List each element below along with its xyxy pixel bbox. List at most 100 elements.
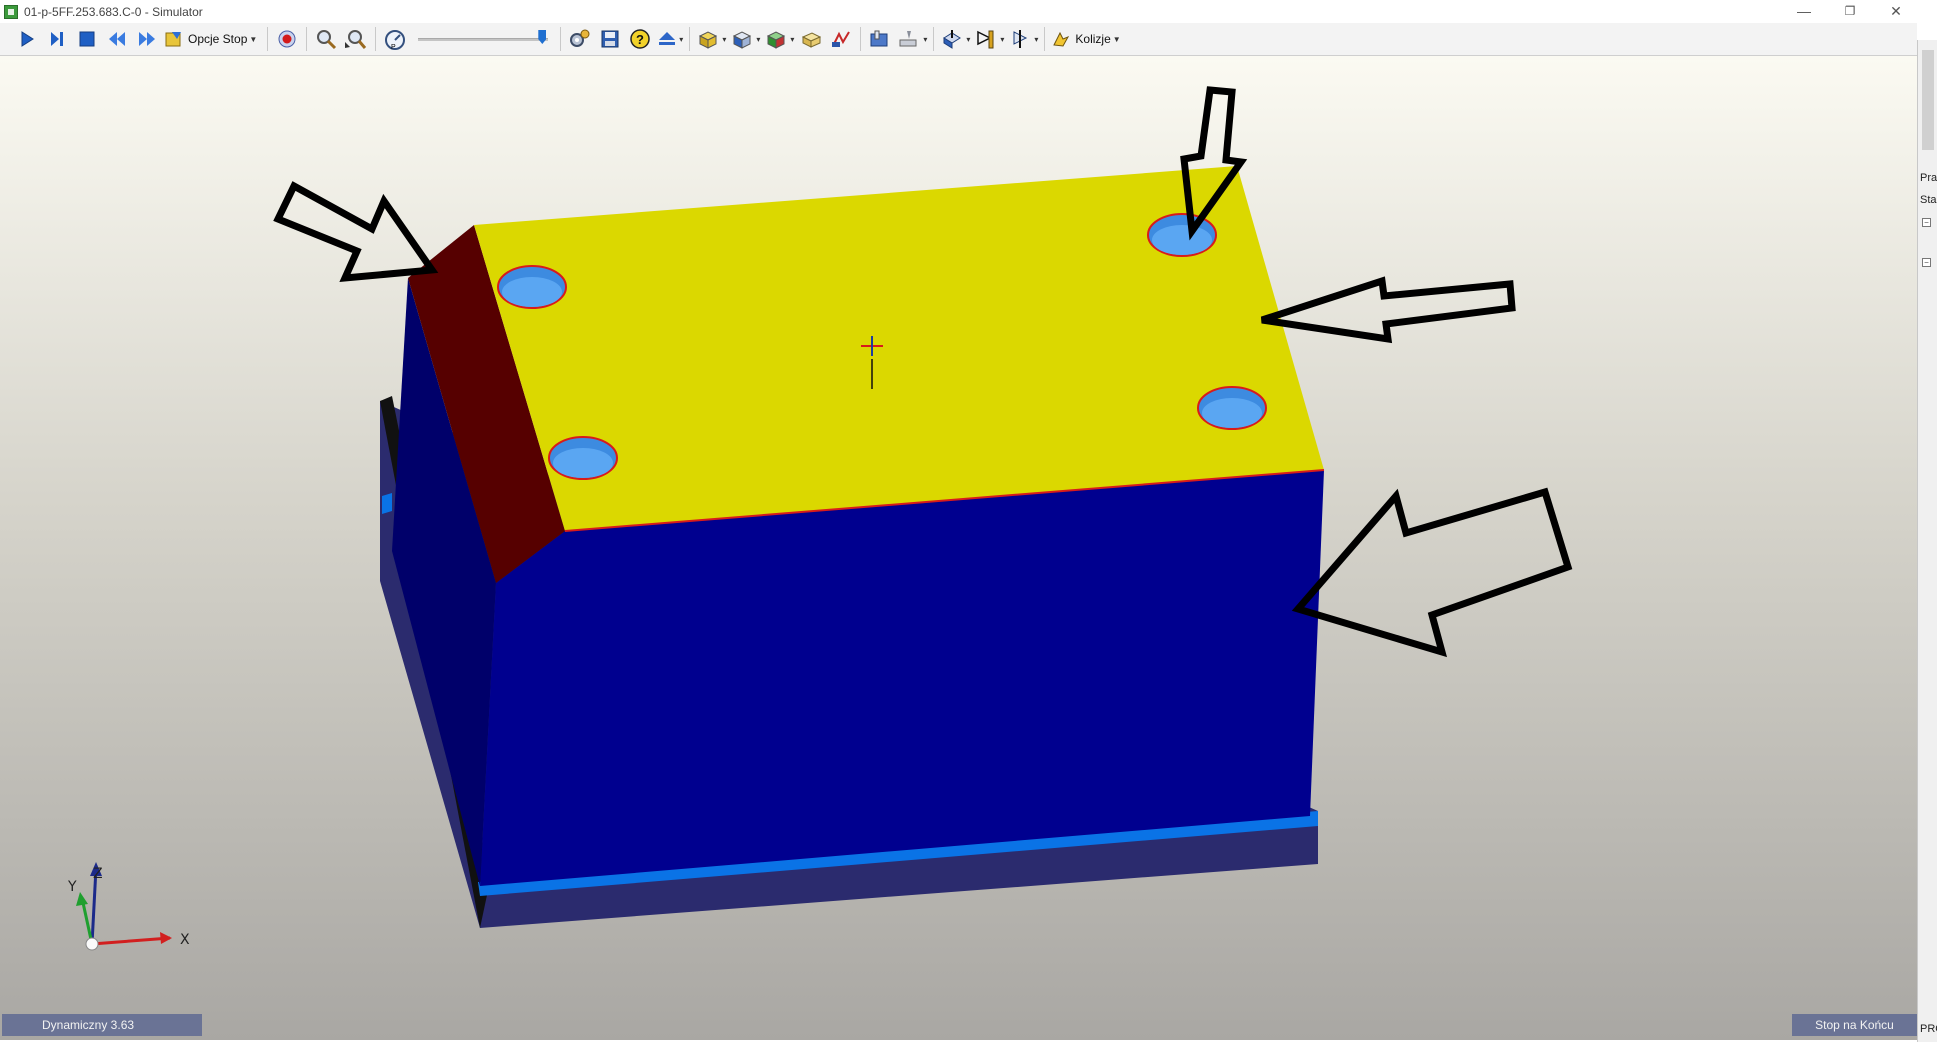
chevron-down-icon: ▼ — [1112, 34, 1121, 44]
side-panel: Pra Sta − − PRO — [1917, 40, 1937, 1042]
zoom-button[interactable] — [313, 26, 339, 52]
chevron-down-icon: ▾ — [756, 34, 761, 44]
zoom-fit-icon — [345, 30, 367, 49]
eject-icon — [659, 32, 676, 45]
collisions-button[interactable]: Kolizje ▼ — [1051, 26, 1124, 52]
toolbar-separator — [375, 27, 377, 51]
save-button[interactable] — [597, 26, 623, 52]
close-button[interactable]: ✕ — [1873, 0, 1919, 22]
annotation-arrow-3 — [1260, 276, 1516, 344]
rewind-icon — [109, 32, 125, 46]
collision-icon — [1053, 31, 1070, 47]
cube-view-icon — [699, 31, 718, 49]
step-forward-button[interactable] — [44, 26, 70, 52]
rewind-button[interactable] — [104, 26, 130, 52]
settings-button[interactable] — [567, 26, 593, 52]
stock-block-icon — [802, 32, 822, 48]
chevron-down-icon: ▾ — [790, 34, 795, 44]
simulation-viewport[interactable]: X Y Z — [0, 56, 1917, 1040]
chevron-down-icon: ▾ — [722, 34, 727, 44]
record-icon — [278, 30, 296, 48]
chevron-down-icon: ▼ — [249, 34, 258, 44]
measure-button[interactable]: ▾ — [897, 26, 927, 52]
annotation-arrow-4 — [1291, 487, 1573, 658]
toolbar-separator — [306, 27, 308, 51]
side-panel-label: Sta — [1920, 194, 1937, 206]
fixture-view-button[interactable]: ▾ — [1008, 26, 1038, 52]
collisions-label: Kolizje — [1075, 32, 1111, 46]
tree-collapse-icon[interactable]: − — [1922, 218, 1931, 227]
cube-shaded-icon — [767, 31, 786, 49]
toolbar-separator — [267, 27, 269, 51]
status-simulation-mode: Dynamiczny 3.63 — [2, 1014, 202, 1036]
stop-options-icon — [165, 32, 181, 47]
section-view-button[interactable] — [867, 26, 893, 52]
status-stop-mode: Stop na Końcu — [1792, 1014, 1917, 1036]
fast-forward-button[interactable] — [134, 26, 160, 52]
stop-button[interactable] — [74, 26, 100, 52]
app-icon — [4, 4, 18, 19]
front-face — [480, 470, 1324, 886]
view-shaded-button[interactable]: ▾ — [764, 26, 794, 52]
part-scene: X Y Z — [67, 86, 1573, 951]
speed-gauge-button[interactable]: P — [382, 26, 408, 52]
zoom-fit-button[interactable] — [343, 26, 369, 52]
hole-4 — [1197, 386, 1267, 430]
base-left-stripe — [382, 493, 392, 514]
chevron-down-icon: ▾ — [1000, 34, 1005, 44]
magnifier-icon — [317, 30, 337, 50]
chevron-down-icon: ▾ — [966, 34, 971, 44]
measure-icon — [899, 31, 917, 47]
side-panel-scrollbar[interactable] — [1922, 50, 1934, 150]
stop-options-button[interactable]: Opcje Stop ▼ — [164, 26, 261, 52]
cube-front-icon — [733, 31, 752, 49]
play-icon — [21, 31, 34, 47]
axis-z-label: Z — [93, 866, 103, 882]
title-bar: 01-p-5FF.253.683.C-0 - Simulator — ❐ ✕ — [0, 0, 1937, 23]
help-icon: ? — [630, 29, 651, 49]
toolbar-separator — [689, 27, 691, 51]
tool-icon — [977, 30, 994, 49]
play-button[interactable] — [14, 26, 40, 52]
minimize-button[interactable]: — — [1781, 0, 1827, 22]
side-panel-label: Pra — [1920, 172, 1937, 184]
gears-icon — [570, 29, 590, 47]
eject-button[interactable]: ▾ — [657, 26, 683, 52]
tool-path-button[interactable] — [828, 26, 854, 52]
floppy-disk-icon — [601, 30, 619, 48]
annotation-arrow-1 — [273, 181, 439, 283]
fast-forward-icon — [139, 32, 155, 46]
axis-triad: X Y Z — [67, 862, 190, 951]
axis-x-label: X — [180, 932, 190, 948]
machine-icon — [943, 30, 962, 49]
svg-text:P: P — [391, 44, 396, 50]
toolbar-separator — [1044, 27, 1046, 51]
toolbar-separator — [933, 27, 935, 51]
tool-path-icon — [832, 31, 851, 47]
tool-view-button[interactable]: ▾ — [974, 26, 1004, 52]
stop-icon — [79, 31, 95, 47]
axis-y-label: Y — [67, 879, 77, 895]
chevron-down-icon: ▾ — [1034, 34, 1039, 44]
hole-3 — [548, 436, 618, 480]
slider-thumb[interactable] — [538, 30, 547, 44]
section-view-icon — [870, 30, 888, 47]
toolbar-separator — [860, 27, 862, 51]
help-button[interactable]: ? — [627, 26, 653, 52]
view-front-button[interactable]: ▾ — [730, 26, 760, 52]
simulation-speed-slider[interactable] — [418, 26, 549, 52]
restore-button[interactable]: ❐ — [1827, 0, 1873, 22]
stock-view-button[interactable] — [798, 26, 824, 52]
side-panel-label: PRO — [1920, 1023, 1937, 1035]
tree-collapse-icon[interactable]: − — [1922, 258, 1931, 267]
stop-options-label: Opcje Stop — [188, 32, 248, 46]
slider-track — [418, 38, 549, 41]
machine-view-button[interactable]: ▾ — [940, 26, 970, 52]
view-iso-button[interactable]: ▾ — [696, 26, 726, 52]
window-title: 01-p-5FF.253.683.C-0 - Simulator — [24, 4, 203, 19]
hole-2 — [1147, 213, 1217, 257]
step-forward-icon — [51, 32, 63, 46]
speed-gauge-icon: P — [385, 30, 406, 50]
record-button[interactable] — [274, 26, 300, 52]
chevron-down-icon: ▾ — [679, 34, 684, 44]
